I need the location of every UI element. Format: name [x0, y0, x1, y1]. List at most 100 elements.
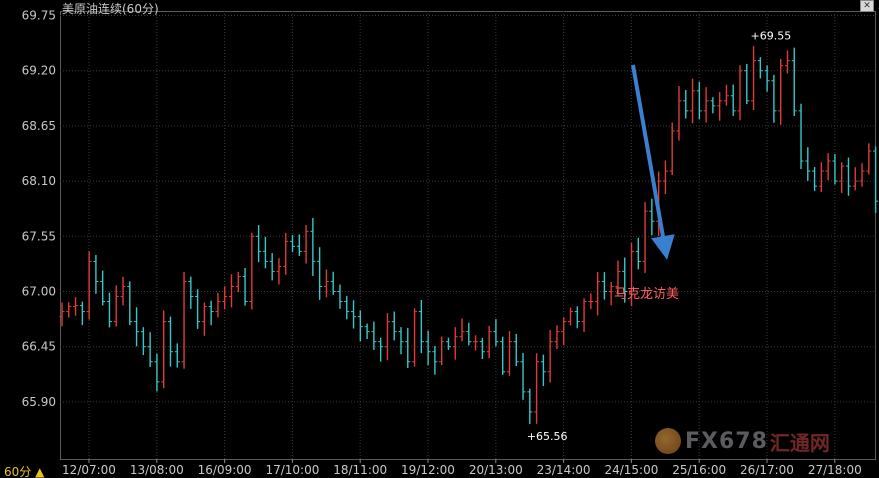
ohlc-bar: [764, 65, 770, 92]
ohlc-bar: [283, 232, 289, 275]
ohlc-bar: [635, 237, 641, 270]
period-selector[interactable]: 60分 ▲: [4, 463, 44, 478]
ohlc-bar: [323, 269, 329, 298]
price-chart[interactable]: 69.75 69.20 68.65 68.10 67.55 67.00 66.45 65.90…: [0, 0, 879, 478]
y-tick-label: 67.55: [22, 229, 56, 243]
ohlc-bar: [723, 84, 729, 106]
y-tick-label: 66.45: [22, 340, 56, 354]
ohlc-bar: [398, 327, 404, 355]
ohlc-bar: [371, 321, 377, 351]
ohlc-bar: [561, 317, 567, 346]
ohlc-bar: [500, 336, 506, 375]
ohlc-bar: [201, 302, 207, 336]
ohlc-bar: [222, 286, 228, 310]
close-icon[interactable]: ✕: [860, 0, 874, 12]
ohlc-bar: [534, 353, 540, 424]
x-tick-label: 27/18:00: [808, 463, 862, 477]
ohlc-bar: [581, 298, 587, 332]
ohlc-bar: [249, 232, 255, 310]
ohlc-bar: [778, 58, 784, 125]
x-tick-label: 12/07:00: [62, 463, 116, 477]
ohlc-bar: [100, 270, 106, 306]
x-tick-label: 23/14:00: [537, 463, 591, 477]
ohlc-bar: [805, 147, 811, 181]
ohlc-bar: [452, 327, 458, 360]
ohlc-bar: [825, 153, 831, 181]
ohlc-bar: [140, 327, 146, 356]
ohlc-bar: [290, 235, 296, 253]
ohlc-bar: [134, 307, 140, 347]
ohlc-bar: [466, 322, 472, 346]
ohlc-bar: [642, 202, 648, 273]
ohlc-bar: [459, 318, 465, 342]
watermark-brand: FX678: [685, 428, 768, 454]
ohlc-bar: [859, 163, 865, 187]
ohlc-bar: [662, 160, 668, 195]
ohlc-bar: [798, 103, 804, 170]
ohlc-bar: [357, 310, 363, 342]
ohlc-bar: [161, 310, 167, 389]
ohlc-bar: [378, 337, 384, 362]
ohlc-bar: [432, 345, 438, 375]
y-tick-label: 68.65: [22, 119, 56, 133]
ohlc-bar: [147, 332, 153, 368]
ohlc-bar: [784, 50, 790, 74]
ohlc-bar: [588, 293, 594, 310]
ohlc-bar: [412, 308, 418, 367]
y-tick-label: 67.00: [22, 285, 56, 299]
ohlc-bar: [391, 311, 397, 341]
ohlc-bar: [873, 146, 879, 213]
ohlc-bar: [418, 300, 424, 354]
y-tick-label: 69.20: [22, 64, 56, 78]
ohlc-bar: [425, 330, 431, 366]
x-tick-label: 18/11:00: [333, 463, 387, 477]
ohlc-bar: [405, 327, 411, 368]
ohlc-bar: [262, 236, 268, 269]
y-tick-label: 69.75: [22, 9, 56, 23]
ohlc-bar: [520, 352, 526, 400]
watermark: FX678 汇通网: [655, 424, 830, 458]
ohlc-bar: [93, 254, 99, 294]
ohlc-bar: [330, 271, 336, 295]
ohlc-bar: [256, 225, 262, 263]
ohlc-bar: [445, 337, 451, 350]
event-label: 马克龙访美: [614, 287, 679, 302]
chart-window: 69.75 69.20 68.65 68.10 67.55 67.00 66.45 65.90…: [0, 0, 879, 478]
ohlc-bar: [839, 162, 845, 194]
ohlc-bar: [486, 325, 492, 359]
ohlc-bar: [866, 143, 872, 175]
ohlc-bar: [669, 122, 675, 175]
ohlc-bar: [106, 292, 112, 328]
x-tick-label: 20/13:00: [469, 463, 523, 477]
ohlc-bar: [310, 217, 316, 277]
ohlc-bar: [791, 47, 797, 117]
ohlc-bar: [242, 268, 248, 306]
x-tick-label: 19/12:00: [401, 463, 455, 477]
ohlc-bar: [127, 281, 133, 326]
ohlc-bar: [547, 330, 553, 383]
ohlc-bar: [337, 284, 343, 309]
ohlc-bar: [154, 353, 160, 392]
ohlc-bar: [181, 271, 187, 369]
x-tick-label: 13/08:00: [130, 463, 184, 477]
ohlc-bar: [73, 297, 79, 316]
ohlc-bar: [208, 300, 214, 326]
ohlc-bar: [568, 307, 573, 326]
x-tick-label: 26/17:00: [740, 463, 794, 477]
ohlc-bar: [812, 167, 818, 192]
ohlc-bar: [384, 313, 390, 361]
chart-title: 美原油连续(60分): [62, 2, 159, 16]
ohlc-bar: [832, 154, 838, 185]
ohlc-bar: [608, 282, 614, 306]
ohlc-bar: [79, 301, 85, 326]
ohlc-bar: [269, 253, 275, 281]
ohlc-bar: [167, 316, 173, 367]
ohlc-bar: [296, 234, 302, 256]
ohlc-bar: [717, 92, 723, 121]
ohlc-bar: [195, 289, 201, 329]
watermark-site: 汇通网: [769, 430, 830, 455]
ohlc-bar: [649, 198, 655, 236]
x-tick-label: 24/15:00: [604, 463, 658, 477]
ohlc-bar: [276, 258, 282, 285]
watermark-logo-icon: [655, 428, 681, 454]
